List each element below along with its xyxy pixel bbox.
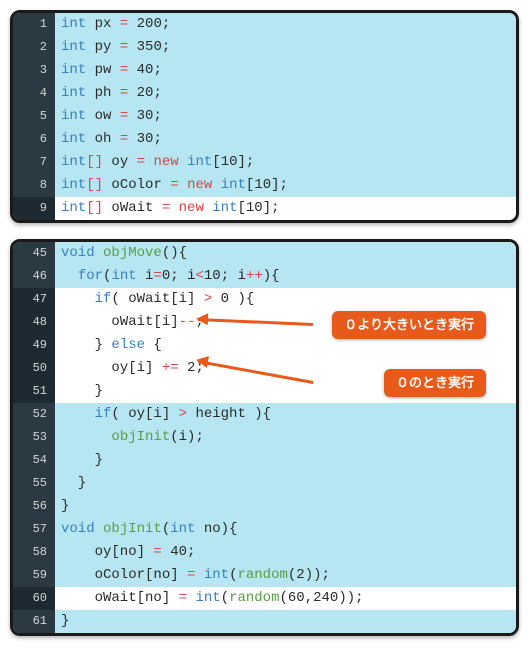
code-content: oy[no] = 40; [55,541,516,564]
code-content: } [55,610,516,633]
line-number: 9 [13,197,55,220]
code-content: int ph = 20; [55,82,516,105]
code-block-2: ０より大きいとき実行０のとき実行 45void objMove(){46 for… [10,239,519,636]
code-content: int px = 200; [55,13,516,36]
line-number: 58 [13,541,55,564]
code-content: } [55,380,516,403]
code-content: int oh = 30; [55,128,516,151]
code-content: if( oWait[i] > 0 ){ [55,288,516,311]
line-number: 53 [13,426,55,449]
code-line: 48 oWait[i]--; [13,311,516,334]
line-number: 45 [13,242,55,265]
code-content: int py = 350; [55,36,516,59]
code-content: objInit(i); [55,426,516,449]
line-number: 51 [13,380,55,403]
code-line: 54 } [13,449,516,472]
code-line: 58 oy[no] = 40; [13,541,516,564]
code-line: 46 for(int i=0; i<10; i++){ [13,265,516,288]
line-number: 61 [13,610,55,633]
line-number: 47 [13,288,55,311]
line-number: 54 [13,449,55,472]
line-number: 57 [13,518,55,541]
line-number: 52 [13,403,55,426]
code-line: 1int px = 200; [13,13,516,36]
code-line: 50 oy[i] += 2; [13,357,516,380]
code-content: oWait[i]--; [55,311,516,334]
code-content: int ow = 30; [55,105,516,128]
code-line: 4int ph = 20; [13,82,516,105]
line-number: 7 [13,151,55,174]
code-line: 52 if( oy[i] > height ){ [13,403,516,426]
code-line: 2int py = 350; [13,36,516,59]
code-line: 8int[] oColor = new int[10]; [13,174,516,197]
code-line: 9int[] oWait = new int[10]; [13,197,516,220]
line-number: 56 [13,495,55,518]
code-content: } [55,472,516,495]
code-line: 47 if( oWait[i] > 0 ){ [13,288,516,311]
code-content: void objMove(){ [55,242,516,265]
code-line: 57void objInit(int no){ [13,518,516,541]
line-number: 1 [13,13,55,36]
line-number: 5 [13,105,55,128]
line-number: 60 [13,587,55,610]
line-number: 4 [13,82,55,105]
line-number: 3 [13,59,55,82]
line-number: 48 [13,311,55,334]
line-number: 8 [13,174,55,197]
code-line: 7int[] oy = new int[10]; [13,151,516,174]
code-content: oy[i] += 2; [55,357,516,380]
line-number: 59 [13,564,55,587]
code-content: void objInit(int no){ [55,518,516,541]
code-line: 55 } [13,472,516,495]
line-number: 55 [13,472,55,495]
line-number: 50 [13,357,55,380]
line-number: 6 [13,128,55,151]
code-line: 60 oWait[no] = int(random(60,240)); [13,587,516,610]
code-content: int[] oy = new int[10]; [55,151,516,174]
code-content: } else { [55,334,516,357]
code-line: 5int ow = 30; [13,105,516,128]
code-line: 45void objMove(){ [13,242,516,265]
code-content: int pw = 40; [55,59,516,82]
code-line: 51 } [13,380,516,403]
line-number: 46 [13,265,55,288]
code-content: oColor[no] = int(random(2)); [55,564,516,587]
code-content: } [55,495,516,518]
line-number: 2 [13,36,55,59]
code-line: 6int oh = 30; [13,128,516,151]
code-line: 56} [13,495,516,518]
line-number: 49 [13,334,55,357]
code-block-1: 1int px = 200;2int py = 350;3int pw = 40… [10,10,519,223]
code-content: oWait[no] = int(random(60,240)); [55,587,516,610]
code-content: if( oy[i] > height ){ [55,403,516,426]
code-line: 49 } else { [13,334,516,357]
code-line: 61} [13,610,516,633]
code-content: int[] oWait = new int[10]; [55,197,516,220]
code-content: for(int i=0; i<10; i++){ [55,265,516,288]
code-line: 3int pw = 40; [13,59,516,82]
code-content: int[] oColor = new int[10]; [55,174,516,197]
code-line: 53 objInit(i); [13,426,516,449]
code-content: } [55,449,516,472]
code-line: 59 oColor[no] = int(random(2)); [13,564,516,587]
